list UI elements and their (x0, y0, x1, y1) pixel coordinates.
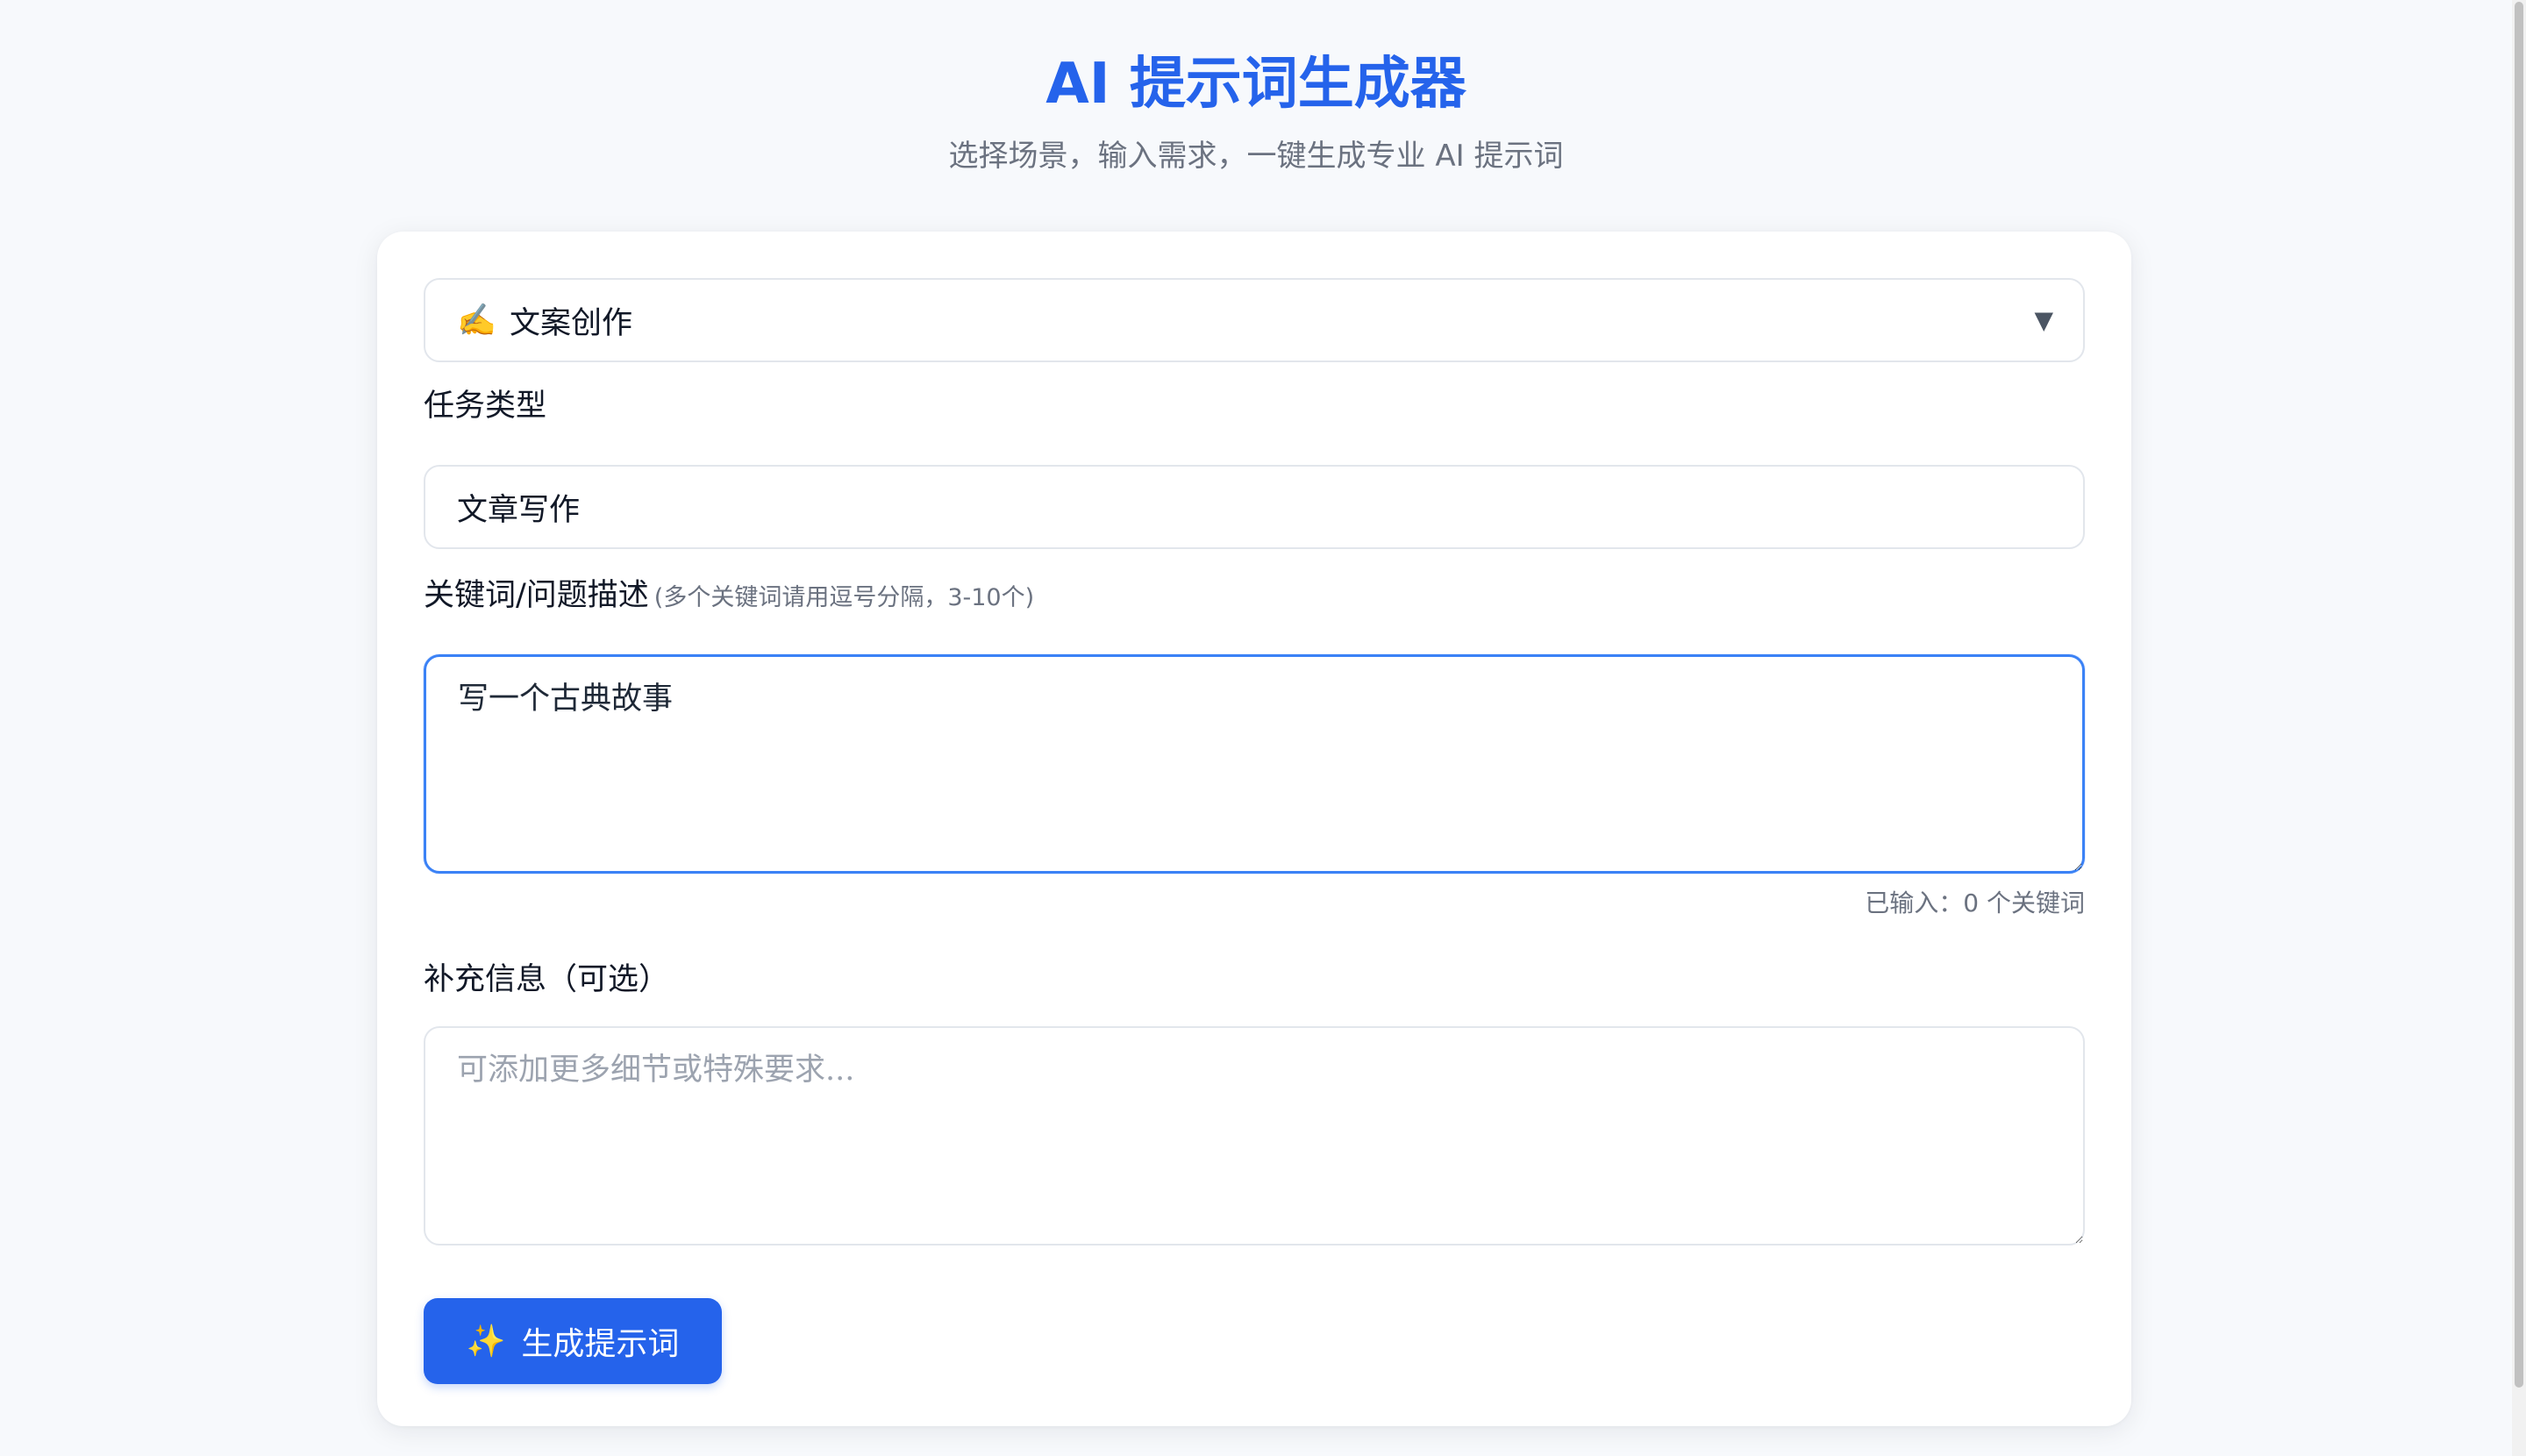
page-scrollbar[interactable] (2512, 0, 2526, 1456)
task-type-label: 任务类型 (424, 389, 547, 424)
scene-select[interactable]: ✍️ 文案创作 ▼ (424, 278, 2085, 362)
scene-select-value: 文案创作 (510, 305, 633, 341)
keywords-label: 关键词/问题描述 (424, 578, 649, 613)
writing-hand-icon: ✍️ (457, 303, 496, 339)
keywords-textarea[interactable]: 写一个古典故事 (424, 654, 2085, 874)
keyword-counter: 已输入：0 个关键词 (1865, 889, 2085, 917)
page-title: AI 提示词生成器 (1045, 52, 1466, 117)
keywords-label-row: 关键词/问题描述 (多个关键词请用逗号分隔，3-10个) (424, 575, 1034, 619)
generator-card: ✍️ 文案创作 ▼ 任务类型 关键词/问题描述(多个关键词请用逗号分隔，3-10… (377, 232, 2131, 1426)
task-type-input[interactable] (424, 465, 2085, 549)
sparkle-icon: ✨ (466, 1324, 506, 1360)
scrollbar-thumb[interactable] (2515, 2, 2523, 1388)
keywords-hint: (多个关键词请用逗号分隔，3-10个) (653, 584, 1035, 611)
chevron-down-icon[interactable]: ▼ (2034, 306, 2053, 335)
extra-info-textarea[interactable] (424, 1026, 2085, 1245)
extra-info-label: 补充信息（可选） (424, 962, 670, 997)
page-subtitle: 选择场景，输入需求，一键生成专业 AI 提示词 (948, 139, 1564, 174)
generate-button[interactable]: ✨ 生成提示词 (424, 1298, 722, 1384)
generate-button-label: 生成提示词 (521, 1326, 680, 1362)
